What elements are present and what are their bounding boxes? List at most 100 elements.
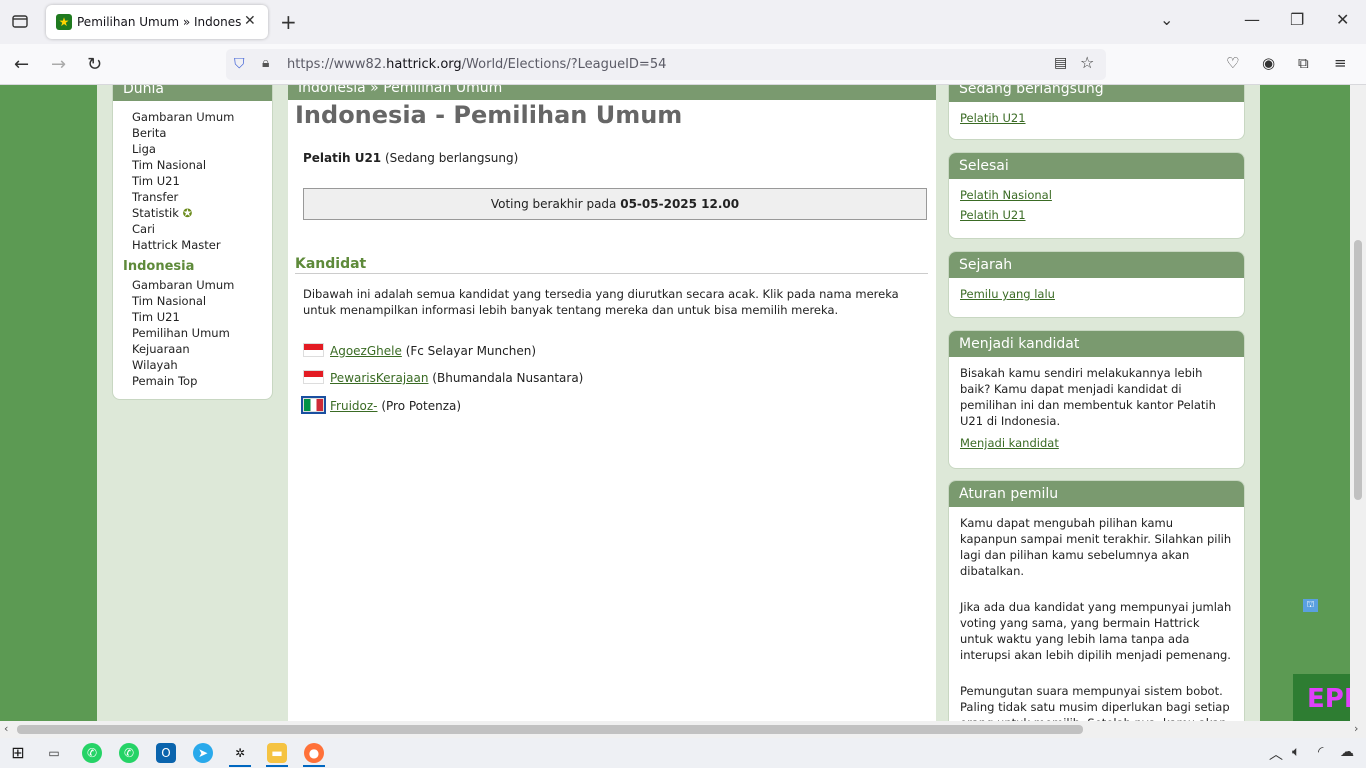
file-explorer-icon[interactable]: ▬ bbox=[267, 743, 287, 763]
cloud-icon[interactable]: ☁ bbox=[1340, 744, 1354, 760]
indonesia-flag-icon bbox=[303, 343, 324, 357]
election-name: Pelatih U21 bbox=[303, 151, 382, 165]
nav-world-statistics[interactable]: Statistik ✪ bbox=[132, 205, 272, 221]
window-close-icon[interactable]: ✕ bbox=[1336, 10, 1349, 29]
volume-icon[interactable]: 🔈︎ bbox=[1292, 744, 1300, 760]
nav-country-elections[interactable]: Pemilihan Umum bbox=[132, 325, 272, 341]
scroll-right-icon[interactable]: › bbox=[1354, 722, 1358, 735]
breadcrumb: Indonesia » Pemilihan Umum bbox=[288, 85, 936, 100]
left-navigation: Dunia Gambaran Umum Berita Liga Tim Nasi… bbox=[112, 85, 273, 400]
lock-icon[interactable]: 🔒︎ bbox=[262, 55, 269, 71]
task-view-icon[interactable]: ▭ bbox=[44, 743, 64, 763]
rules-paragraph: Jika ada dua kandidat yang mempunyai jum… bbox=[960, 600, 1232, 662]
outlook-icon[interactable]: O bbox=[156, 743, 176, 763]
nav-country-top-players[interactable]: Pemain Top bbox=[132, 373, 272, 389]
nav-country-cups[interactable]: Kejuaraan bbox=[132, 341, 272, 357]
voting-end-date: 05-05-2025 12.00 bbox=[620, 197, 740, 211]
voting-deadline-box: Voting berakhir pada 05-05-2025 12.00 bbox=[303, 188, 927, 220]
url-bar[interactable]: ⛉ 🔒︎ https://www82.hattrick.org/World/El… bbox=[226, 49, 1106, 80]
candidate-link[interactable]: AgoezGhele bbox=[330, 344, 402, 358]
tab-close-icon[interactable]: ✕ bbox=[244, 13, 256, 29]
history-link-past-elections[interactable]: Pemilu yang lalu bbox=[960, 286, 1233, 302]
nav-country-national-team[interactable]: Tim Nasional bbox=[132, 293, 272, 309]
wifi-icon[interactable]: ◜ bbox=[1318, 744, 1323, 760]
menu-icon[interactable]: ≡ bbox=[1334, 54, 1347, 72]
nav-world-league[interactable]: Liga bbox=[132, 141, 272, 157]
ongoing-link-u21[interactable]: Pelatih U21 bbox=[960, 110, 1233, 126]
nav-world-overview[interactable]: Gambaran Umum bbox=[132, 109, 272, 125]
forward-icon[interactable]: → bbox=[51, 54, 66, 75]
ongoing-body: Pelatih U21 bbox=[949, 102, 1244, 136]
candidate-team: (Bhumandala Nusantara) bbox=[432, 371, 584, 385]
indonesia-flag-icon bbox=[303, 370, 324, 384]
reload-icon[interactable]: ↻ bbox=[87, 54, 102, 75]
breadcrumb-country[interactable]: Indonesia bbox=[298, 85, 366, 96]
new-tab-icon[interactable]: + bbox=[280, 10, 297, 34]
account-icon[interactable]: ◉ bbox=[1262, 54, 1275, 72]
back-icon[interactable]: ← bbox=[14, 54, 29, 75]
taskbar: ⊞ ▭ ✆ ✆ O ➤ ✲ ▬ ● ︿ 🔈︎ ◜ ☁ bbox=[0, 738, 1366, 768]
candidate-team: (Fc Selayar Munchen) bbox=[405, 344, 537, 358]
tray-chevron-icon[interactable]: ︿ bbox=[1269, 744, 1283, 764]
telegram-icon[interactable]: ➤ bbox=[193, 743, 213, 763]
rules-paragraph: Pemungutan suara mempunyai sistem bobot.… bbox=[960, 684, 1230, 721]
horizontal-scrollbar[interactable]: ‹ › bbox=[0, 721, 1366, 738]
stats-badge-icon: ✪ bbox=[182, 206, 193, 220]
nav-world-hattrick-master[interactable]: Hattrick Master bbox=[132, 237, 272, 253]
candidate-row: Fruidoz- (Pro Potenza) bbox=[301, 396, 461, 414]
nav-world-news[interactable]: Berita bbox=[132, 125, 272, 141]
explorer-active-indicator bbox=[266, 765, 288, 767]
become-candidate-body: Bisakah kamu sendiri melakukannya lebih … bbox=[949, 357, 1244, 461]
rules-paragraph: Kamu dapat mengubah pilihan kamu kapanpu… bbox=[960, 516, 1232, 578]
become-candidate-link[interactable]: Menjadi kandidat bbox=[960, 435, 1233, 451]
page-content: Dunia Gambaran Umum Berita Liga Tim Nasi… bbox=[0, 85, 1350, 721]
ongoing-box: Sedang berlangsung Pelatih U21 bbox=[948, 85, 1245, 140]
minimize-icon[interactable]: — bbox=[1244, 10, 1260, 29]
finished-link-national[interactable]: Pelatih Nasional bbox=[960, 187, 1233, 203]
firefox-icon[interactable]: ● bbox=[304, 743, 324, 763]
finished-header: Selesai bbox=[949, 153, 1244, 179]
tab-list-dropdown-icon[interactable]: ⌄ bbox=[1160, 10, 1173, 29]
nav-world-transfer[interactable]: Transfer bbox=[132, 189, 272, 205]
italy-flag-icon bbox=[301, 396, 326, 414]
shield-icon[interactable]: ⛉ bbox=[234, 56, 245, 72]
extensions-icon[interactable]: ⧉ bbox=[1298, 54, 1309, 72]
election-status: (Sedang berlangsung) bbox=[385, 151, 519, 165]
candidate-link[interactable]: Fruidoz- bbox=[330, 399, 378, 413]
election-line: Pelatih U21 (Sedang berlangsung) bbox=[303, 151, 518, 165]
finished-link-u21[interactable]: Pelatih U21 bbox=[960, 207, 1233, 223]
nav-country-overview[interactable]: Gambaran Umum bbox=[132, 277, 272, 293]
candidates-header: Kandidat bbox=[295, 256, 928, 274]
nav-header-indonesia[interactable]: Indonesia bbox=[123, 257, 272, 277]
windows-start-icon[interactable]: ⊞ bbox=[8, 743, 28, 763]
accessibility-icon[interactable]: ⛫ bbox=[1303, 599, 1318, 612]
vertical-scrollbar[interactable] bbox=[1350, 85, 1366, 721]
chatgpt-icon[interactable]: ✲ bbox=[230, 743, 250, 763]
candidate-link[interactable]: PewarisKerajaan bbox=[330, 371, 428, 385]
whatsapp-business-icon[interactable]: ✆ bbox=[119, 743, 139, 763]
vertical-scrollbar-thumb[interactable] bbox=[1354, 240, 1362, 500]
ongoing-header: Sedang berlangsung bbox=[949, 85, 1244, 102]
url-text[interactable]: https://www82.hattrick.org/World/Electio… bbox=[287, 57, 666, 72]
history-header: Sejarah bbox=[949, 252, 1244, 278]
restore-icon[interactable]: ❐ bbox=[1290, 10, 1304, 29]
nav-world-search[interactable]: Cari bbox=[132, 221, 272, 237]
election-rules-header: Aturan pemilu bbox=[949, 481, 1244, 507]
bookmark-star-icon[interactable]: ☆ bbox=[1080, 53, 1094, 72]
breadcrumb-separator: » bbox=[370, 85, 379, 96]
candidate-row: AgoezGhele (Fc Selayar Munchen) bbox=[303, 343, 536, 358]
reader-view-icon[interactable]: ▤ bbox=[1054, 55, 1067, 71]
scroll-left-icon[interactable]: ‹ bbox=[4, 722, 8, 735]
nav-world-u21[interactable]: Tim U21 bbox=[132, 173, 272, 189]
ad-banner[interactable]: EPI bbox=[1293, 674, 1350, 721]
pocket-icon[interactable]: ♡ bbox=[1226, 54, 1239, 72]
finished-box: Selesai Pelatih Nasional Pelatih U21 bbox=[948, 152, 1245, 239]
whatsapp-icon[interactable]: ✆ bbox=[82, 743, 102, 763]
tab-list-icon[interactable] bbox=[11, 12, 29, 30]
nav-country-regions[interactable]: Wilayah bbox=[132, 357, 272, 373]
nav-country-u21[interactable]: Tim U21 bbox=[132, 309, 272, 325]
browser-tab[interactable]: ★ Pemilihan Umum » Indonesia » ✕ bbox=[46, 5, 268, 39]
history-body: Pemilu yang lalu bbox=[949, 278, 1244, 312]
horizontal-scrollbar-thumb[interactable] bbox=[17, 725, 1083, 734]
nav-world-national-team[interactable]: Tim Nasional bbox=[132, 157, 272, 173]
